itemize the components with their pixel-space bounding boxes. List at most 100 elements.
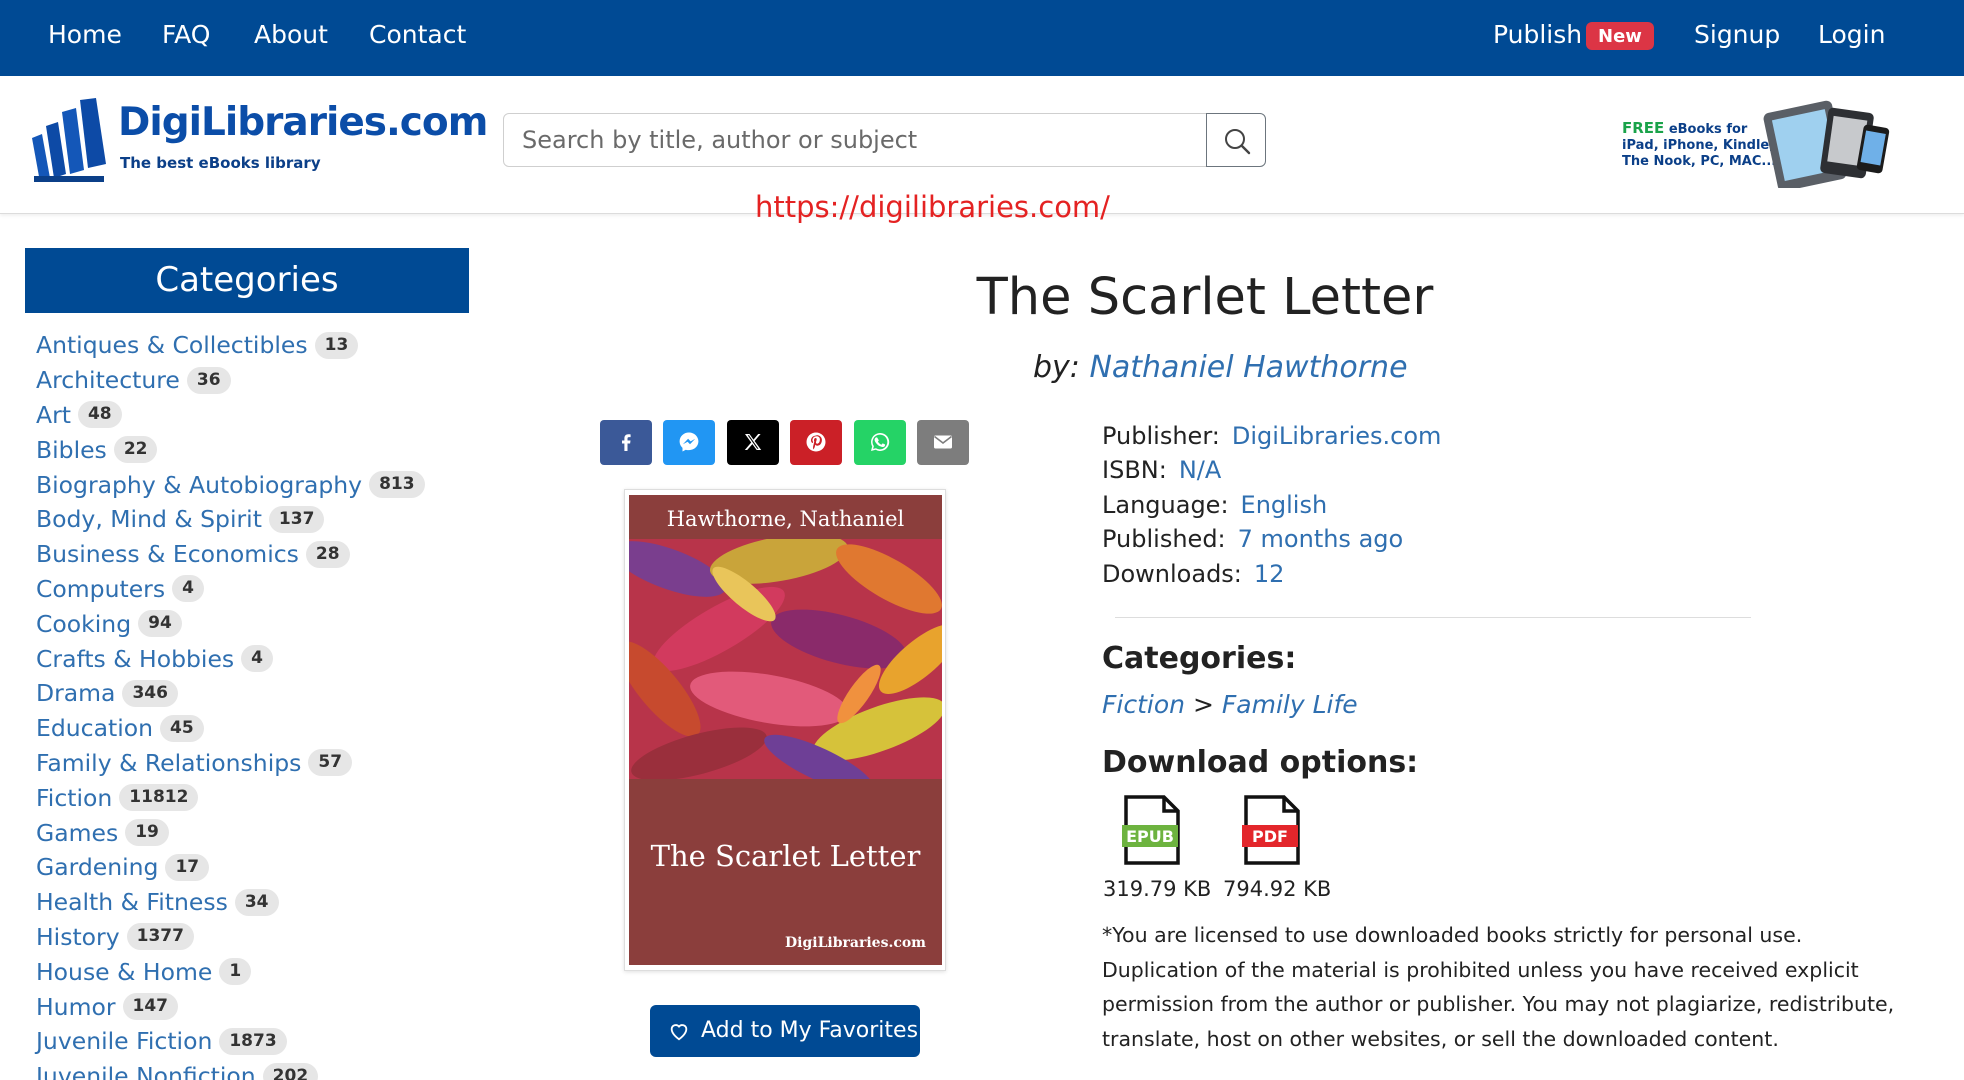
email-icon (934, 435, 952, 449)
category-family-life-link[interactable]: Family Life (1222, 690, 1358, 719)
category-label[interactable]: Biography & Autobiography (36, 471, 362, 499)
category-label[interactable]: Drama (36, 679, 115, 707)
category-label[interactable]: Computers (36, 575, 165, 603)
share-whatsapp-button[interactable] (854, 420, 906, 465)
book-title: The Scarlet Letter (976, 268, 1434, 327)
share-email-button[interactable] (917, 420, 969, 465)
category-label[interactable]: Art (36, 401, 71, 429)
category-item[interactable]: Computers 4 (36, 572, 476, 607)
share-x-button[interactable] (727, 420, 779, 465)
pdf-file-icon: PDF (1242, 795, 1300, 865)
share-pinterest-button[interactable] (790, 420, 842, 465)
category-count-badge: 22 (113, 436, 158, 464)
category-item[interactable]: House & Home 1 (36, 954, 476, 989)
category-label[interactable]: Fiction (36, 784, 112, 812)
category-count-badge: 19 (125, 819, 169, 847)
promo-free: FREE (1622, 119, 1665, 137)
book-cover[interactable]: Hawthorne, Nathaniel The Scarlet Letter … (624, 489, 946, 971)
category-count-badge: 45 (160, 714, 204, 742)
add-to-favorites-button[interactable]: Add to My Favorites (650, 1005, 920, 1057)
search-input[interactable] (503, 113, 1207, 167)
category-item[interactable]: Education 45 (36, 711, 476, 746)
category-item[interactable]: Drama 346 (36, 676, 476, 711)
publisher-row: Publisher: DigiLibraries.com (1102, 422, 1441, 450)
category-item[interactable]: Games 19 (36, 815, 476, 850)
category-item[interactable]: Crafts & Hobbies 4 (36, 641, 476, 676)
category-item[interactable]: Bibles 22 (36, 432, 476, 467)
category-label[interactable]: Humor (36, 993, 116, 1021)
logo-wordmark: DigiLibraries.com (118, 100, 488, 145)
share-facebook-button[interactable] (600, 420, 652, 465)
publisher-link[interactable]: DigiLibraries.com (1232, 422, 1442, 450)
leaves-artwork-icon (629, 539, 942, 779)
category-label[interactable]: House & Home (36, 958, 212, 986)
download-options-heading: Download options: (1102, 745, 1419, 780)
categories-heading: Categories (25, 248, 469, 313)
category-label[interactable]: Architecture (36, 366, 180, 394)
divider (1115, 617, 1751, 618)
category-item[interactable]: Cooking 94 (36, 606, 476, 641)
category-item[interactable]: Body, Mind & Spirit 137 (36, 502, 476, 537)
nav-about-link[interactable]: About (254, 19, 328, 51)
category-item[interactable]: Antiques & Collectibles 13 (36, 328, 476, 363)
category-count-badge: 36 (186, 366, 231, 394)
author-link[interactable]: Nathaniel Hawthorne (1089, 350, 1407, 385)
messenger-icon (679, 432, 699, 452)
category-label[interactable]: History (36, 923, 120, 951)
category-item[interactable]: Juvenile Fiction 1873 (36, 1024, 476, 1059)
promo-banner[interactable]: FREE eBooks for iPad, iPhone, Kindle, Th… (1622, 96, 1902, 188)
site-logo[interactable]: DigiLibraries.com The best eBooks librar… (30, 98, 488, 188)
language-label: Language: (1102, 491, 1229, 519)
category-label[interactable]: Antiques & Collectibles (36, 331, 308, 359)
nav-login-link[interactable]: Login (1818, 19, 1885, 51)
category-fiction-link[interactable]: Fiction (1102, 690, 1185, 719)
pdf-download-button[interactable]: PDF (1242, 795, 1302, 865)
category-count-badge: 1873 (219, 1027, 287, 1055)
category-item[interactable]: Biography & Autobiography 813 (36, 467, 476, 502)
category-label[interactable]: Health & Fitness (36, 888, 228, 916)
promo-text: FREE eBooks for iPad, iPhone, Kindle, Th… (1622, 120, 1776, 170)
category-label[interactable]: Juvenile Fiction (36, 1027, 212, 1055)
category-label[interactable]: Bibles (36, 436, 107, 464)
x-icon (744, 434, 762, 450)
category-label[interactable]: Education (36, 714, 153, 742)
book-byline: by: Nathaniel Hawthorne (1033, 350, 1408, 385)
nav-contact-link[interactable]: Contact (369, 19, 466, 51)
category-label[interactable]: Crafts & Hobbies (36, 645, 234, 673)
search-button[interactable] (1206, 113, 1266, 167)
category-label[interactable]: Cooking (36, 610, 131, 638)
logo-tagline: The best eBooks library (120, 154, 321, 172)
category-item[interactable]: Fiction 11812 (36, 780, 476, 815)
epub-download-button[interactable]: EPUB (1122, 795, 1182, 865)
category-item[interactable]: Business & Economics 28 (36, 537, 476, 572)
category-label[interactable]: Family & Relationships (36, 749, 301, 777)
publisher-label: Publisher: (1102, 422, 1220, 450)
category-item[interactable]: Art 48 (36, 398, 476, 433)
nav-publish-link[interactable]: Publish (1493, 19, 1582, 51)
downloads-value: 12 (1253, 560, 1285, 588)
category-count-badge: 17 (165, 853, 210, 881)
share-messenger-button[interactable] (663, 420, 715, 465)
nav-signup-link[interactable]: Signup (1694, 19, 1780, 51)
category-label[interactable]: Juvenile Nonfiction (36, 1062, 256, 1080)
category-breadcrumb: Fiction > Family Life (1102, 690, 1358, 719)
language-row: Language: English (1102, 491, 1327, 519)
favorites-label: Add to My Favorites (701, 1018, 919, 1043)
category-count-badge: 11812 (119, 784, 199, 812)
category-label[interactable]: Gardening (36, 853, 158, 881)
category-item[interactable]: Health & Fitness 34 (36, 885, 476, 920)
category-label[interactable]: Business & Economics (36, 540, 299, 568)
category-item[interactable]: Family & Relationships 57 (36, 746, 476, 781)
nav-home-link[interactable]: Home (48, 19, 122, 51)
downloads-row: Downloads: 12 (1102, 560, 1284, 588)
category-item[interactable]: History 1377 (36, 920, 476, 955)
category-item[interactable]: Gardening 17 (36, 850, 476, 885)
pdf-format-label: PDF (1252, 827, 1288, 846)
category-label[interactable]: Body, Mind & Spirit (36, 505, 262, 533)
category-item[interactable]: Humor 147 (36, 989, 476, 1024)
category-item[interactable]: Juvenile Nonfiction 202 (36, 1059, 476, 1080)
category-item[interactable]: Architecture 36 (36, 363, 476, 398)
category-label[interactable]: Games (36, 819, 118, 847)
nav-faq-link[interactable]: FAQ (162, 19, 210, 51)
category-count-badge: 1377 (126, 923, 194, 951)
